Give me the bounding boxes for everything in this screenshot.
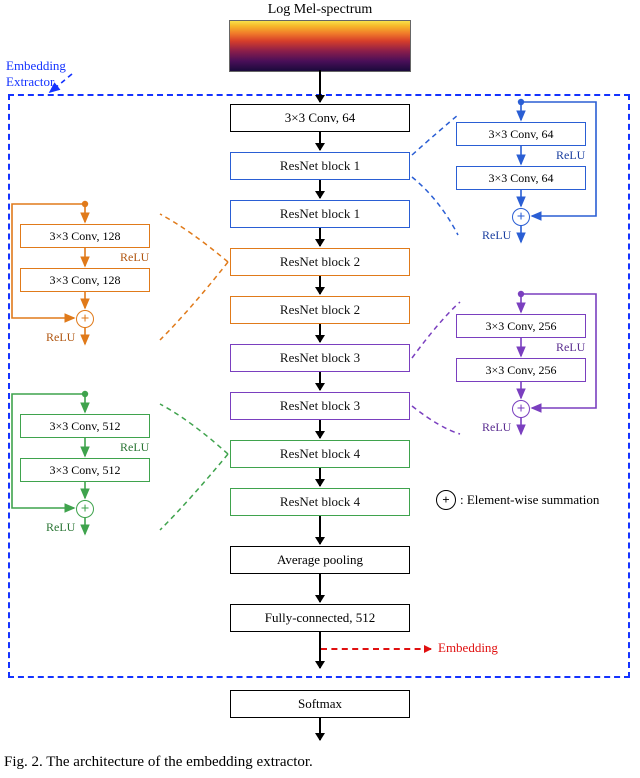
relu-label: ReLU xyxy=(46,520,75,535)
figure-caption: Fig. 2. The architecture of the embeddin… xyxy=(4,754,313,771)
relu-label: ReLU xyxy=(482,420,511,435)
embedding-extractor-label: Embedding Extractor xyxy=(6,58,66,90)
average-pooling: Average pooling xyxy=(230,546,410,574)
legend: + : Element-wise summation xyxy=(436,490,599,510)
legend-text: : Element-wise summation xyxy=(460,492,599,508)
input-label: Log Mel-spectrum xyxy=(268,2,373,18)
detail-conv: 3×3 Conv, 64 xyxy=(456,122,586,146)
resnet-block-1b: ResNet block 1 xyxy=(230,200,410,228)
arrow xyxy=(319,70,321,102)
fully-connected: Fully-connected, 512 xyxy=(230,604,410,632)
relu-label: ReLU xyxy=(46,330,75,345)
embedding-label: Embedding xyxy=(438,640,498,656)
resnet-block-4a: ResNet block 4 xyxy=(230,440,410,468)
element-sum-icon: + xyxy=(76,310,94,328)
resnet-block-3a: ResNet block 3 xyxy=(230,344,410,372)
diagram-canvas: Log Mel-spectrum Embedding Extractor 3×3… xyxy=(0,0,640,778)
arrow xyxy=(319,574,321,602)
embedding-arrow xyxy=(321,648,431,650)
resnet-block-2a: ResNet block 2 xyxy=(230,248,410,276)
arrow xyxy=(319,372,321,390)
detail-conv: 3×3 Conv, 256 xyxy=(456,358,586,382)
element-sum-icon: + xyxy=(512,400,530,418)
arrow xyxy=(319,718,321,740)
resnet-block-4b: ResNet block 4 xyxy=(230,488,410,516)
detail-conv: 3×3 Conv, 64 xyxy=(456,166,586,190)
conv-64: 3×3 Conv, 64 xyxy=(230,104,410,132)
softmax: Softmax xyxy=(230,690,410,718)
detail-conv: 3×3 Conv, 512 xyxy=(20,414,150,438)
relu-label: ReLU xyxy=(556,148,585,163)
detail-conv: 3×3 Conv, 256 xyxy=(456,314,586,338)
detail-conv: 3×3 Conv, 128 xyxy=(20,268,150,292)
resnet-block-2b: ResNet block 2 xyxy=(230,296,410,324)
arrow xyxy=(319,324,321,342)
detail-conv: 3×3 Conv, 512 xyxy=(20,458,150,482)
arrow xyxy=(319,180,321,198)
arrow xyxy=(319,468,321,486)
element-sum-icon: + xyxy=(76,500,94,518)
relu-label: ReLU xyxy=(556,340,585,355)
arrow xyxy=(319,516,321,544)
element-sum-icon: + xyxy=(512,208,530,226)
arrow xyxy=(319,276,321,294)
arrow xyxy=(319,420,321,438)
resnet-block-3b: ResNet block 3 xyxy=(230,392,410,420)
relu-label: ReLU xyxy=(482,228,511,243)
relu-label: ReLU xyxy=(120,250,149,265)
arrow xyxy=(319,632,321,668)
mel-spectrum-image xyxy=(229,20,411,72)
element-sum-icon: + xyxy=(436,490,456,510)
relu-label: ReLU xyxy=(120,440,149,455)
arrow xyxy=(319,132,321,150)
arrow xyxy=(319,228,321,246)
detail-conv: 3×3 Conv, 128 xyxy=(20,224,150,248)
resnet-block-1a: ResNet block 1 xyxy=(230,152,410,180)
